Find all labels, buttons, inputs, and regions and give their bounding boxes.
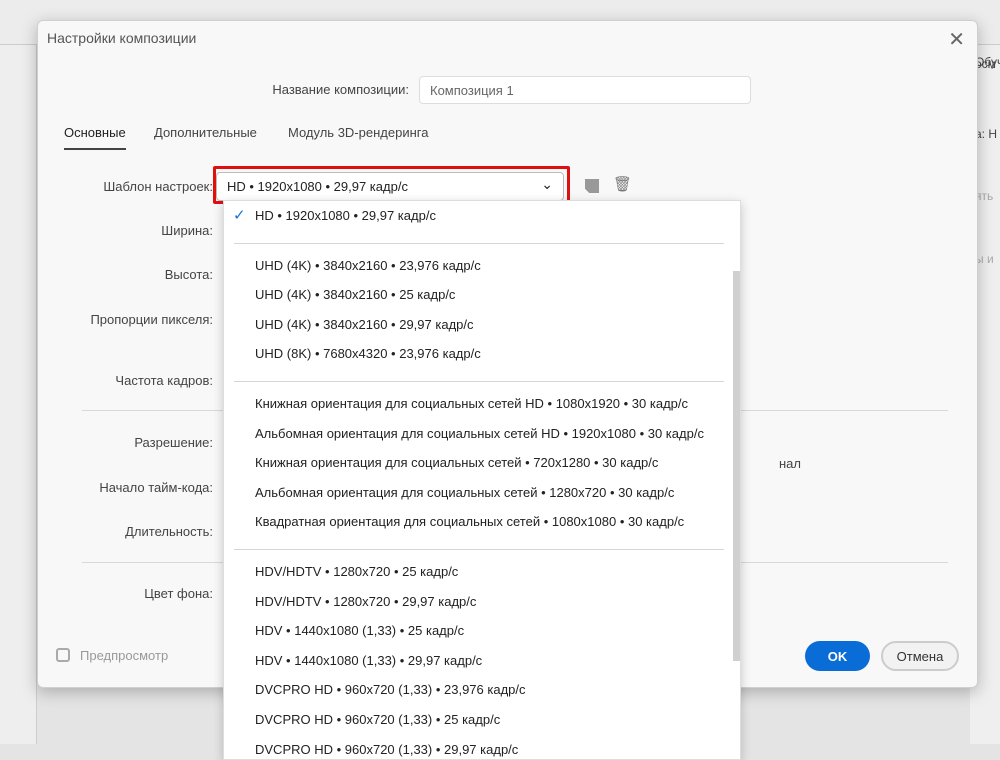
bg-text: а: Н: [975, 127, 998, 141]
dropdown-option[interactable]: UHD (4K) • 3840x2160 • 25 кадр/с: [255, 287, 455, 302]
dropdown-separator: [234, 381, 724, 382]
dropdown-separator: [234, 242, 724, 244]
dropdown-option[interactable]: UHD (4K) • 3840x2160 • 29,97 кадр/с: [255, 317, 474, 332]
ok-button[interactable]: OK: [805, 641, 870, 671]
dropdown-option[interactable]: HDV/HDTV • 1280x720 • 29,97 кадр/с: [255, 594, 476, 609]
checkmark-icon: ✓: [233, 207, 246, 224]
highlight-box: [213, 166, 570, 204]
pixel-aspect-label: Пропорции пикселя:: [90, 312, 213, 327]
dropdown-option[interactable]: HD • 1920x1080 • 29,97 кадр/с: [255, 208, 436, 223]
tab-advanced[interactable]: Дополнительные: [154, 125, 257, 140]
name-label: Название композиции:: [272, 82, 409, 97]
height-label: Высота:: [164, 267, 213, 282]
composition-name-input[interactable]: Композиция 1: [419, 76, 751, 104]
start-timecode-label: Начало тайм-кода:: [99, 480, 213, 495]
preview-checkbox[interactable]: Предпросмотр: [56, 648, 168, 663]
resolution-suffix: нал: [779, 456, 801, 471]
checkbox-icon: [56, 648, 70, 662]
resolution-label: Разрешение:: [134, 435, 213, 450]
preset-dropdown-list: HD • 1920x1080 • 29,97 кадр/с ✓ UHD (4K) •…: [223, 200, 741, 760]
tab-3d-renderer[interactable]: Модуль 3D-рендеринга: [288, 125, 428, 140]
dropdown-option[interactable]: Альбомная ориентация для социальных сете…: [255, 485, 674, 500]
dialog-title: Настройки композиции: [47, 30, 197, 46]
dropdown-option[interactable]: Квадратная ориентация для социальных сет…: [255, 514, 684, 529]
trash-icon[interactable]: 🗑: [613, 175, 632, 193]
dropdown-option[interactable]: Книжная ориентация для социальных сетей …: [255, 455, 658, 470]
save-preset-icon[interactable]: [585, 179, 599, 193]
duration-label: Длительность:: [125, 524, 213, 539]
scrollbar[interactable]: [733, 271, 740, 661]
dropdown-option[interactable]: Книжная ориентация для социальных сетей …: [255, 396, 688, 411]
preview-label: Предпросмотр: [80, 648, 169, 663]
dropdown-option[interactable]: DVCPRO HD • 960x720 (1,33) • 23,976 кадр…: [255, 682, 526, 697]
dropdown-option[interactable]: DVCPRO HD • 960x720 (1,33) • 25 кадр/с: [255, 712, 500, 727]
dropdown-option[interactable]: Альбомная ориентация для социальных сете…: [255, 426, 704, 441]
bg-text: осм: [975, 57, 996, 71]
bg-color-label: Цвет фона:: [144, 586, 213, 601]
dropdown-option[interactable]: UHD (8K) • 7680x4320 • 23,976 кадр/с: [255, 346, 481, 361]
dropdown-option[interactable]: HDV/HDTV • 1280x720 • 25 кадр/с: [255, 564, 458, 579]
app-left-panel: [0, 45, 37, 744]
close-icon[interactable]: ✕: [948, 27, 965, 52]
dropdown-option[interactable]: HDV • 1440x1080 (1,33) • 25 кадр/с: [255, 623, 464, 638]
tab-basic[interactable]: Основные: [64, 125, 126, 150]
frame-rate-label: Частота кадров:: [115, 373, 213, 388]
dropdown-option[interactable]: UHD (4K) • 3840x2160 • 23,976 кадр/с: [255, 258, 481, 273]
dropdown-option[interactable]: HDV • 1440x1080 (1,33) • 29,97 кадр/с: [255, 653, 482, 668]
width-label: Ширина:: [161, 223, 213, 238]
preset-label: Шаблон настроек:: [103, 179, 213, 194]
cancel-button[interactable]: Отмена: [881, 641, 959, 671]
dropdown-separator: [234, 549, 724, 550]
